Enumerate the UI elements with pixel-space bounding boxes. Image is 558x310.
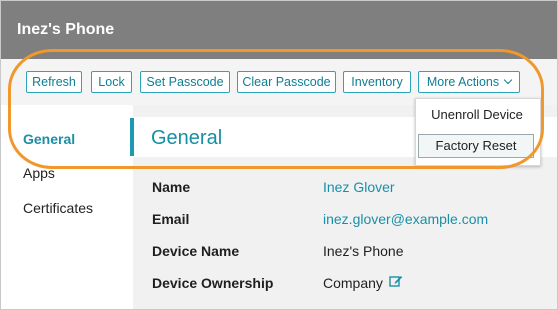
edit-icon[interactable] bbox=[389, 274, 403, 288]
inventory-button[interactable]: Inventory bbox=[343, 71, 411, 93]
factory-reset-option[interactable]: Factory Reset bbox=[418, 134, 534, 158]
email-value[interactable]: inez.glover@example.com bbox=[323, 211, 488, 227]
device-ownership-value: Company bbox=[323, 275, 383, 291]
refresh-button[interactable]: Refresh bbox=[26, 71, 82, 93]
email-label: Email bbox=[152, 211, 190, 227]
section-accent-bar bbox=[130, 118, 134, 156]
device-name-label: Device Name bbox=[152, 243, 240, 259]
chevron-down-icon bbox=[503, 75, 513, 85]
unenroll-device-option[interactable]: Unenroll Device bbox=[416, 107, 538, 122]
sidebar-item-apps[interactable]: Apps bbox=[23, 165, 55, 181]
device-ownership-label: Device Ownership bbox=[152, 275, 274, 291]
device-name-value: Inez's Phone bbox=[323, 243, 404, 259]
name-value[interactable]: Inez Glover bbox=[323, 179, 395, 195]
more-actions-button[interactable]: More Actions bbox=[418, 71, 520, 93]
set-passcode-button[interactable]: Set Passcode bbox=[140, 71, 230, 93]
section-title: General bbox=[151, 127, 223, 149]
sidebar: General Apps Certificates bbox=[1, 105, 133, 309]
device-detail-window: Inez's Phone Refresh Lock Set Passcode C… bbox=[0, 0, 558, 310]
lock-button[interactable]: Lock bbox=[91, 71, 132, 93]
sidebar-item-general[interactable]: General bbox=[23, 131, 75, 147]
clear-passcode-button[interactable]: Clear Passcode bbox=[237, 71, 336, 93]
more-actions-label: More Actions bbox=[426, 75, 500, 89]
page-title: Inez's Phone bbox=[17, 21, 115, 38]
sidebar-item-certificates[interactable]: Certificates bbox=[23, 200, 93, 216]
page-header: Inez's Phone bbox=[1, 1, 557, 59]
more-actions-dropdown: Unenroll Device Factory Reset bbox=[415, 98, 541, 166]
name-label: Name bbox=[152, 179, 191, 195]
